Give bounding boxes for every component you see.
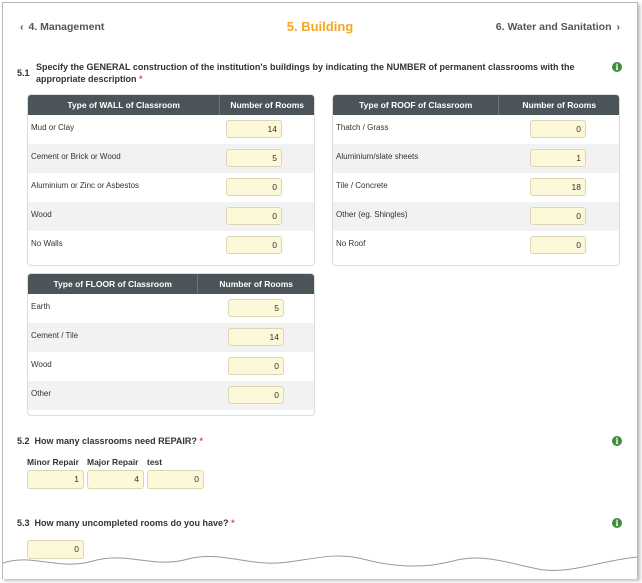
required-mark: * — [199, 436, 203, 446]
next-section-label: 6. Water and Sanitation — [495, 21, 612, 33]
required-mark: * — [231, 518, 235, 528]
row-label: Thatch / Grass — [336, 123, 389, 132]
torn-edge — [3, 555, 637, 579]
rooms-input[interactable]: 0 — [530, 120, 586, 138]
minor-repair-input[interactable]: 1 — [27, 470, 84, 489]
section-nav: ‹ 4. Management 5. Building 6. Water and … — [3, 17, 637, 37]
column-header: Number of Rooms — [219, 95, 314, 115]
question-text: Specify the GENERAL construction of the … — [36, 61, 581, 85]
rooms-input[interactable]: 18 — [530, 178, 586, 196]
table-row: Mud or Clay 14 — [28, 115, 314, 144]
field-label: Minor Repair — [27, 457, 79, 467]
question-label: How many classrooms need REPAIR? — [34, 436, 197, 446]
next-section-link[interactable]: 6. Water and Sanitation › — [496, 21, 625, 33]
chevron-right-icon: › — [616, 21, 621, 33]
table-row: Thatch / Grass 0 — [333, 115, 619, 144]
column-header: Type of FLOOR of Classroom — [53, 279, 172, 289]
table-row: Aluminium or Zinc or Asbestos 0 — [28, 173, 314, 202]
info-icon[interactable]: i — [612, 62, 622, 72]
roof-table: Type of ROOF of Classroom Number of Room… — [332, 94, 620, 266]
column-header: Type of WALL of Classroom — [67, 100, 180, 110]
row-label: Aluminium/slate sheets — [336, 152, 419, 161]
question-text: 5.2 How many classrooms need REPAIR? * — [17, 435, 203, 447]
question-text: 5.3 How many uncompleted rooms do you ha… — [17, 517, 235, 529]
table-row: Wood 0 — [28, 202, 314, 231]
table-row: Tile / Concrete 18 — [333, 173, 619, 202]
table-header: Type of WALL of Classroom Number of Room… — [28, 95, 314, 115]
table-row: Aluminium/slate sheets 1 — [333, 144, 619, 173]
wall-table: Type of WALL of Classroom Number of Room… — [27, 94, 315, 266]
rooms-input[interactable]: 0 — [530, 236, 586, 254]
table-row: No Walls 0 — [28, 231, 314, 260]
row-label: Cement or Brick or Wood — [31, 152, 121, 161]
row-label: Other (eg. Shingles) — [336, 210, 408, 219]
question-label: How many uncompleted rooms do you have? — [34, 518, 229, 528]
row-label: No Roof — [336, 239, 366, 248]
rooms-input[interactable]: 5 — [226, 149, 282, 167]
question-number: 5.2 — [17, 436, 30, 446]
form-panel: ‹ 4. Management 5. Building 6. Water and … — [2, 2, 638, 579]
row-label: Cement / Tile — [31, 331, 79, 340]
rooms-input[interactable]: 14 — [226, 120, 282, 138]
test-input[interactable]: 0 — [147, 470, 204, 489]
rooms-input[interactable]: 14 — [228, 328, 284, 346]
table-row: Cement or Brick or Wood 5 — [28, 144, 314, 173]
table-header: Type of ROOF of Classroom Number of Room… — [333, 95, 619, 115]
table-row: Cement / Tile 14 — [28, 323, 314, 352]
rooms-input[interactable]: 5 — [228, 299, 284, 317]
table-row: Other (eg. Shingles) 0 — [333, 202, 619, 231]
row-label: Earth — [31, 302, 51, 311]
row-label: Other — [31, 389, 52, 398]
rooms-input[interactable]: 0 — [226, 178, 282, 196]
question-label: Specify the GENERAL construction of the … — [36, 62, 575, 84]
column-header: Number of Rooms — [197, 274, 314, 294]
rooms-input[interactable]: 0 — [228, 357, 284, 375]
row-label: Tile / Concrete — [336, 181, 388, 190]
row-label: Wood — [31, 210, 52, 219]
floor-table: Type of FLOOR of Classroom Number of Roo… — [27, 273, 315, 416]
required-mark: * — [139, 74, 143, 84]
rooms-input[interactable]: 1 — [530, 149, 586, 167]
major-repair-input[interactable]: 4 — [87, 470, 144, 489]
column-header: Type of ROOF of Classroom — [359, 100, 473, 110]
rooms-input[interactable]: 0 — [530, 207, 586, 225]
table-header: Type of FLOOR of Classroom Number of Roo… — [28, 274, 314, 294]
info-icon[interactable]: i — [612, 518, 622, 528]
question-number: 5.1 — [17, 68, 30, 78]
table-row: Earth 5 — [28, 294, 314, 323]
field-label: test — [147, 457, 163, 467]
question-number: 5.3 — [17, 518, 30, 528]
rooms-input[interactable]: 0 — [226, 236, 282, 254]
table-row: Other 0 — [28, 381, 314, 410]
rooms-input[interactable]: 0 — [228, 386, 284, 404]
row-label: No Walls — [31, 239, 63, 248]
column-header: Number of Rooms — [498, 95, 619, 115]
rooms-input[interactable]: 0 — [226, 207, 282, 225]
field-label: Major Repair — [87, 457, 139, 467]
row-label: Mud or Clay — [31, 123, 75, 132]
table-row: No Roof 0 — [333, 231, 619, 260]
info-icon[interactable]: i — [612, 436, 622, 446]
table-row: Wood 0 — [28, 352, 314, 381]
row-label: Wood — [31, 360, 52, 369]
row-label: Aluminium or Zinc or Asbestos — [31, 181, 140, 190]
